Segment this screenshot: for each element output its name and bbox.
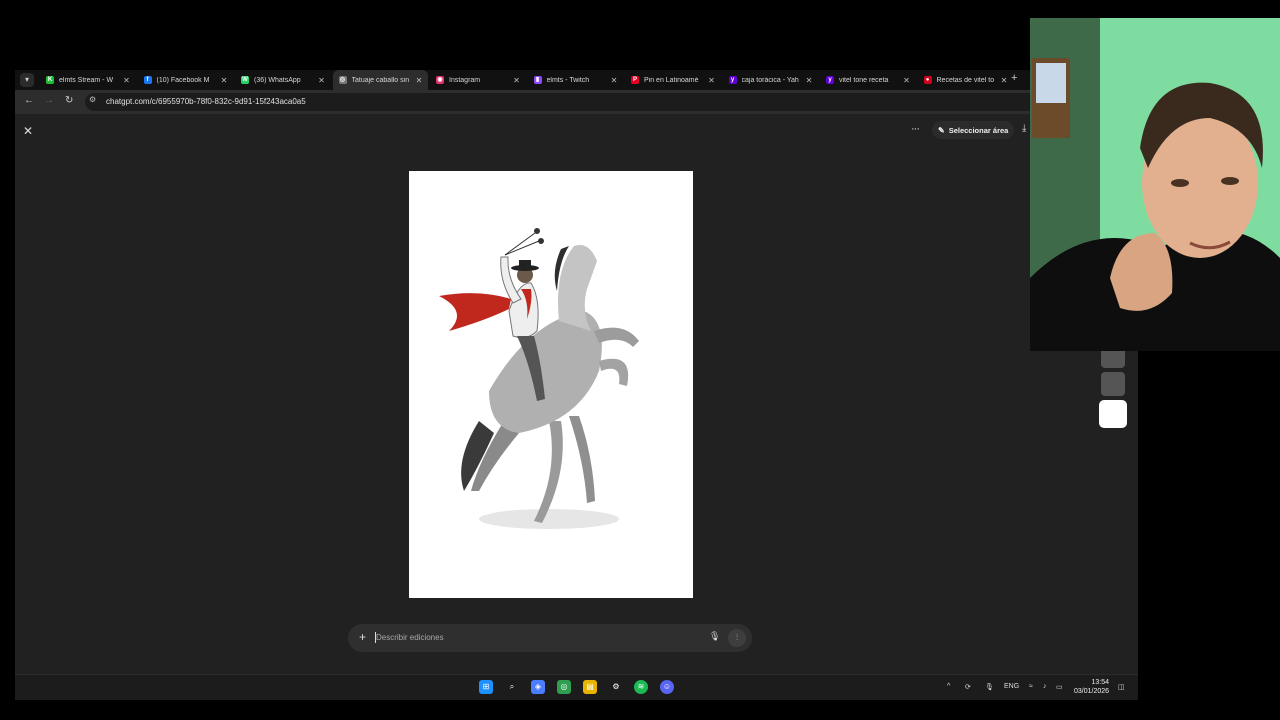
tab-favicon-icon: y [826, 76, 834, 84]
tab-title: Recetas de vitel to [936, 76, 995, 84]
close-tab-icon[interactable]: ✕ [902, 76, 912, 85]
close-tab-icon[interactable]: ✕ [609, 76, 619, 85]
gaucho-horse-illustration [439, 228, 639, 529]
close-tab-icon[interactable]: ✕ [512, 76, 522, 85]
tab-title: vitel tone receta [839, 76, 889, 84]
tab-title: Pin en Latinoamé [644, 76, 699, 84]
browser-tab[interactable]: P Pin en Latinoamé ✕ [625, 70, 721, 90]
browser-tab[interactable]: ▮ elmts - Twitch ✕ [528, 70, 624, 90]
tab-favicon-icon: P [631, 76, 639, 84]
chevron-up-icon[interactable]: ^ [947, 683, 950, 690]
select-area-label: Seleccionar área [948, 125, 1009, 135]
add-attachment-button[interactable]: + [359, 630, 366, 644]
generated-image [409, 171, 693, 598]
close-icon[interactable]: ✕ [23, 124, 33, 138]
address-bar[interactable]: ⚙ chatgpt.com/c/6955970b-78f0-832c-9d91-… [85, 93, 1135, 111]
tab-search-button[interactable]: ▾ [20, 73, 34, 87]
tab-favicon-icon: W [241, 76, 249, 84]
settings-icon[interactable]: ⚙ [609, 680, 623, 694]
back-button[interactable]: ← [24, 95, 34, 106]
browser-tab[interactable]: Kelmts Stream - W ✕ [40, 70, 136, 90]
tab-title: caja torácica - Yah [741, 76, 799, 84]
search-icon[interactable]: ⌕ [505, 680, 519, 694]
tab-title: elmts - Twitch [546, 76, 590, 84]
browser-tab[interactable]: y vitel tone receta ✕ [820, 70, 916, 90]
browser-tab[interactable]: ◎ Tatuaje caballo sin ✕ [332, 70, 428, 90]
red-scarf [439, 293, 511, 331]
more-options-icon[interactable]: ··· [911, 123, 920, 135]
tab-favicon-icon: ◉ [436, 76, 444, 84]
microphone-tray-icon[interactable]: 🎙 [985, 683, 994, 691]
clock[interactable]: 13:54 03/01/2026 [1074, 678, 1109, 696]
image-thumbnail-strip [1099, 344, 1127, 432]
discord-icon[interactable]: ☺ [660, 680, 674, 694]
close-tab-icon[interactable]: ✕ [804, 76, 814, 85]
close-tab-icon[interactable]: ✕ [707, 76, 717, 85]
tab-favicon-icon: ◎ [338, 76, 347, 84]
browser-tab[interactable]: ● Recetas de vitel to ✕ [918, 70, 1014, 90]
microphone-icon[interactable]: 🎙 [709, 631, 720, 642]
file-explorer-icon[interactable]: ▤ [583, 680, 597, 694]
tab-title: Instagram [449, 76, 481, 84]
copilot-icon[interactable]: ◈ [531, 680, 545, 694]
tab-title: (36) WhatsApp [254, 76, 301, 84]
clock-time: 13:54 [1091, 679, 1110, 686]
tab-favicon-icon: y [728, 76, 737, 84]
language-indicator[interactable]: ENG [1004, 683, 1019, 690]
edit-prompt-input[interactable]: Describir ediciones [376, 633, 444, 642]
tab-title: (10) Facebook M [156, 76, 210, 84]
notifications-icon[interactable]: ◫ [1118, 683, 1125, 691]
start-icon[interactable]: ⊞ [479, 680, 493, 694]
forward-button[interactable]: → [44, 95, 54, 106]
tab-favicon-icon: ● [923, 76, 932, 84]
spotify-icon[interactable]: ≋ [634, 680, 648, 694]
sync-icon[interactable]: ⟳ [965, 683, 971, 691]
tab-favicon-icon: K [46, 76, 54, 84]
browser-tab[interactable]: W (36) WhatsApp ✕ [235, 70, 331, 90]
select-area-button[interactable]: ✎ Seleccionar área [932, 121, 1015, 139]
webcam-feed [1030, 18, 1280, 351]
new-tab-button[interactable]: + [1011, 72, 1017, 84]
webcam-overlay [1030, 18, 1280, 351]
tab-strip: ▾ Kelmts Stream - W ✕ f (10) Facebook M ✕ W (3… [15, 70, 1138, 90]
browser-toolbar: ← → ↻ ⚙ chatgpt.com/c/6955970b-78f0-832c… [15, 90, 1138, 114]
voice-mode-button[interactable]: ⫶ [728, 629, 746, 647]
reload-button[interactable]: ↻ [65, 95, 73, 106]
close-tab-icon[interactable]: ✕ [414, 76, 424, 85]
chrome-icon[interactable]: ◎ [557, 680, 571, 694]
download-icon[interactable]: ⤓ [1022, 123, 1026, 134]
image-viewer: ✕ ··· ✎ Seleccionar área ⤓ + Describir e… [15, 114, 1138, 674]
image-thumbnail[interactable] [1101, 372, 1125, 396]
site-info-icon[interactable]: ⚙ [89, 95, 96, 104]
tab-title: elmts Stream - W [59, 76, 114, 84]
tab-favicon-icon: f [143, 76, 152, 84]
url-text[interactable]: chatgpt.com/c/6955970b-78f0-832c-9d91-15… [106, 97, 306, 106]
image-thumbnail-selected[interactable] [1099, 400, 1127, 428]
browser-tab[interactable]: f (10) Facebook M ✕ [138, 70, 234, 90]
tab-title: Tatuaje caballo sin [351, 76, 410, 84]
browser-tab[interactable]: y caja torácica - Yah ✕ [723, 70, 819, 90]
battery-icon[interactable]: ▭ [1056, 683, 1063, 691]
volume-icon[interactable]: ♪ [1043, 683, 1047, 690]
close-tab-icon[interactable]: ✕ [317, 76, 327, 85]
wifi-icon[interactable]: ≈ [1029, 683, 1033, 690]
desktop-screen: ▾ Kelmts Stream - W ✕ f (10) Facebook M ✕ W (3… [15, 70, 1138, 700]
tab-favicon-icon: ▮ [533, 76, 542, 84]
edit-pen-icon: ✎ [938, 125, 945, 135]
close-tab-icon[interactable]: ✕ [219, 76, 229, 85]
browser-tab[interactable]: ◉ Instagram ✕ [430, 70, 526, 90]
edit-composer: + Describir ediciones 🎙 ⫶ [348, 624, 752, 652]
clock-date: 03/01/2026 [1074, 688, 1110, 695]
close-tab-icon[interactable]: ✕ [122, 76, 132, 85]
close-tab-icon[interactable]: ✕ [999, 76, 1009, 85]
windows-taskbar: ⊞ ⌕ ◈ ◎ ▤ ⚙ ≋ ☺ ^ ⟳ 🎙 ENG ≈ ♪ ▭ 13:54 03… [15, 674, 1138, 700]
